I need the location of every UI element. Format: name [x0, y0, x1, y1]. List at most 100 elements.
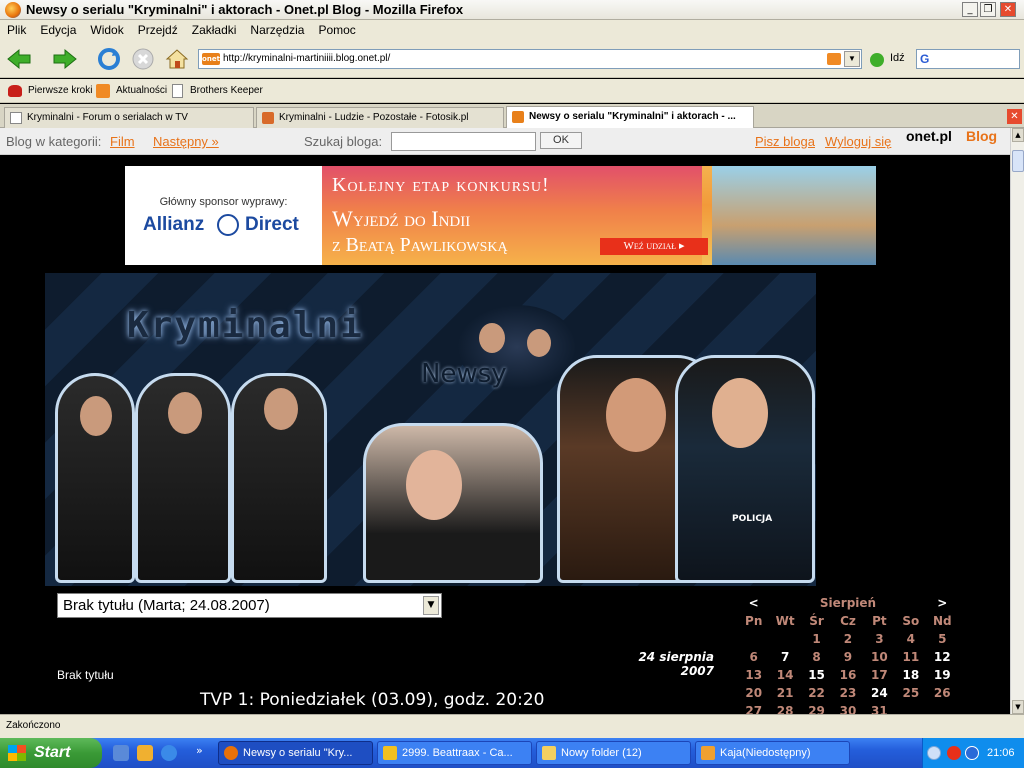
post-title: Brak tytułu — [57, 668, 114, 682]
reload-icon[interactable] — [96, 47, 122, 71]
calendar-day[interactable]: 2 — [832, 630, 863, 648]
scroll-thumb[interactable] — [1012, 150, 1024, 172]
ad-banner[interactable]: Główny sponsor wyprawy: Allianz Direct K… — [125, 166, 876, 265]
firefox-icon — [224, 746, 238, 760]
calendar-day[interactable]: 11 — [895, 648, 926, 666]
bookmark-item[interactable]: Aktualności — [116, 79, 167, 103]
tray-info-icon[interactable] — [965, 746, 979, 760]
ie-icon[interactable] — [161, 745, 177, 761]
post-date: 24 sierpnia 2007 — [638, 650, 714, 678]
tab-label: Kryminalni - Forum o serialach w TV — [27, 112, 188, 123]
calendar-prev-link[interactable]: < — [738, 594, 769, 612]
start-button[interactable]: Start — [0, 738, 102, 768]
system-tray: 21:06 — [922, 738, 1024, 768]
quicklaunch-icon[interactable] — [137, 745, 153, 761]
url-bar[interactable]: onet http://kryminalni-martiniiii.blog.o… — [198, 49, 862, 69]
blog-logo[interactable]: Blog — [966, 128, 997, 144]
task-firefox[interactable]: Newsy o serialu "Kry... — [218, 741, 373, 765]
calendar-week: 20 21 22 23 24 25 26 — [738, 684, 958, 702]
calendar-day[interactable]: 23 — [832, 684, 863, 702]
back-icon[interactable] — [6, 47, 32, 71]
calendar-day[interactable]: 22 — [801, 684, 832, 702]
close-window-button[interactable]: ✕ — [1000, 2, 1016, 17]
scroll-down-icon[interactable]: ▼ — [1012, 700, 1024, 714]
police-badge: POLICJA — [732, 514, 773, 524]
calendar-day[interactable]: 25 — [895, 684, 926, 702]
bookmark-item[interactable]: Brothers Keeper — [190, 79, 263, 103]
menu-view[interactable]: Widok — [83, 20, 130, 40]
calendar-day[interactable]: 15 — [801, 666, 832, 684]
calendar-day[interactable]: 18 — [895, 666, 926, 684]
calendar-day[interactable]: 20 — [738, 684, 769, 702]
url-text: http://kryminalni-martiniiii.blog.onet.p… — [223, 53, 391, 64]
menu-edit[interactable]: Edycja — [33, 20, 83, 40]
logout-link[interactable]: Wyloguj się — [825, 128, 891, 155]
onet-logo[interactable]: onet.pl — [906, 128, 952, 144]
menu-file[interactable]: Plik — [0, 20, 33, 40]
calendar-day[interactable]: 9 — [832, 648, 863, 666]
url-dropdown-icon[interactable]: ▼ — [844, 51, 860, 67]
calendar-day[interactable]: 3 — [864, 630, 895, 648]
page-icon — [10, 112, 22, 124]
search-input[interactable]: G — [916, 49, 1020, 69]
menu-tools[interactable]: Narzędzia — [243, 20, 311, 40]
maximize-button[interactable]: ❐ — [980, 2, 996, 17]
header-title: Kryminalni — [127, 305, 364, 346]
search-blog-input[interactable] — [391, 132, 536, 151]
desktop-icon[interactable] — [113, 745, 129, 761]
search-ok-button[interactable]: OK — [540, 132, 582, 149]
calendar-day[interactable]: 6 — [738, 648, 769, 666]
calendar-day[interactable]: 21 — [769, 684, 800, 702]
vertical-scrollbar[interactable]: ▲ ▼ — [1010, 128, 1024, 714]
calendar-day[interactable]: 5 — [927, 630, 958, 648]
next-blog-link[interactable]: Następny » — [153, 128, 219, 155]
go-button[interactable]: Idź — [890, 52, 905, 64]
take-part-button[interactable]: Weź udział ▸ — [600, 238, 708, 255]
menu-bookmarks[interactable]: Zakładki — [185, 20, 244, 40]
tray-app-icon[interactable] — [947, 746, 961, 760]
calendar-day[interactable]: 12 — [927, 648, 958, 666]
post-select[interactable]: Brak tytułu (Marta; 24.08.2007) ▼ — [57, 593, 442, 618]
tab[interactable]: Kryminalni - Forum o serialach w TV — [4, 107, 254, 128]
scroll-up-icon[interactable]: ▲ — [1012, 128, 1024, 142]
search-blog-label: Szukaj bloga: — [304, 134, 383, 149]
calendar-day[interactable]: 8 — [801, 648, 832, 666]
banner-line-3: z Beatą Pawlikowską — [332, 234, 508, 256]
write-blog-link[interactable]: Pisz bloga — [755, 128, 815, 155]
close-tab-icon[interactable]: ✕ — [1007, 109, 1022, 124]
stop-icon[interactable] — [130, 47, 156, 71]
search-engine-icon[interactable]: G — [920, 52, 929, 66]
go-icon[interactable] — [870, 53, 884, 67]
calendar-day[interactable]: 10 — [864, 648, 895, 666]
bookmark-icon — [8, 85, 22, 97]
calendar-day[interactable]: 19 — [927, 666, 958, 684]
calendar-day[interactable]: 26 — [927, 684, 958, 702]
calendar-day[interactable]: 13 — [738, 666, 769, 684]
dropdown-arrow-icon[interactable]: ▼ — [423, 596, 439, 615]
calendar-day[interactable]: 7 — [769, 648, 800, 666]
calendar-day[interactable]: 4 — [895, 630, 926, 648]
tray-expand-icon[interactable] — [927, 746, 941, 760]
calendar-day[interactable]: 1 — [801, 630, 832, 648]
bookmark-item[interactable]: Pierwsze kroki — [28, 79, 92, 103]
calendar-day[interactable]: 17 — [864, 666, 895, 684]
task-folder[interactable]: Nowy folder (12) — [536, 741, 691, 765]
home-icon[interactable] — [164, 47, 190, 71]
menu-go[interactable]: Przejdź — [131, 20, 185, 40]
calendar-day[interactable]: 16 — [832, 666, 863, 684]
calendar-day[interactable]: 24 — [864, 684, 895, 702]
tab-active[interactable]: Newsy o serialu "Kryminalni" i aktorach … — [506, 106, 754, 129]
minimize-button[interactable]: _ — [962, 2, 978, 17]
task-item[interactable]: 2999. Beattraax - Ca... — [377, 741, 532, 765]
tab[interactable]: Kryminalni - Ludzie - Pozostałe - Fotosi… — [256, 107, 504, 128]
calendar-day[interactable]: 14 — [769, 666, 800, 684]
calendar-next-link[interactable]: > — [927, 594, 958, 612]
task-messenger[interactable]: Kaja(Niedostępny) — [695, 741, 850, 765]
rss-icon[interactable] — [827, 53, 841, 65]
task-label: 2999. Beattraax - Ca... — [402, 747, 513, 759]
category-link[interactable]: Film — [110, 128, 135, 155]
forward-icon[interactable] — [52, 47, 78, 71]
menu-help[interactable]: Pomoc — [311, 20, 362, 40]
quicklaunch-more-icon[interactable]: » — [196, 744, 203, 757]
fotosik-icon — [262, 112, 274, 124]
